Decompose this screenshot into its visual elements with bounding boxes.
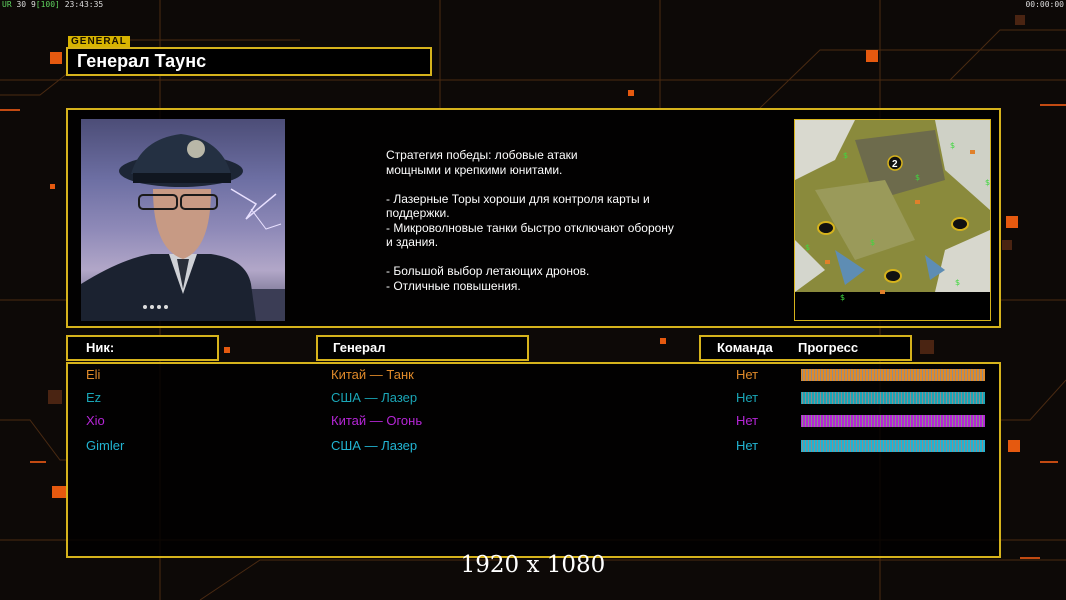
svg-text:$: $ (950, 141, 955, 150)
minimap[interactable]: 2 $ $ $ $ $ $ $ $ (794, 119, 991, 321)
svg-text:$: $ (843, 151, 848, 160)
hud-status-left: UR 30 9[100] 23:43:35 (2, 0, 103, 9)
player-row: Eli Китай — Танк Нет (68, 365, 999, 385)
player-progress-bar (801, 369, 985, 381)
player-general: Китай — Танк (331, 367, 414, 382)
hud-prefix: UR (2, 0, 12, 9)
column-header-progress: Прогресс (798, 340, 859, 355)
hud-fps: 30 (16, 0, 27, 9)
player-nick: Gimler (86, 438, 125, 453)
player-team: Нет (736, 438, 759, 453)
resolution-label: 1920 x 1080 (460, 552, 606, 578)
minimap-label: 2 (892, 159, 898, 170)
player-progress-bar (801, 392, 985, 404)
player-team: Нет (736, 367, 759, 382)
player-row: Ez США — Лазер Нет (68, 388, 999, 408)
svg-text:$: $ (870, 238, 875, 247)
svg-text:$: $ (985, 178, 990, 187)
column-header-team: Команда (717, 340, 773, 355)
player-nick: Eli (86, 367, 101, 382)
column-header-nick: Ник: (66, 335, 219, 361)
svg-text:$: $ (805, 243, 810, 252)
player-row: Gimler США — Лазер Нет (68, 436, 999, 456)
player-team: Нет (736, 390, 759, 405)
general-description: Стратегия победы: лобовые атаки мощными … (386, 148, 674, 293)
players-panel: Eli Китай — Танк Нет Ez США — Лазер Нет … (66, 362, 1001, 558)
svg-text:$: $ (840, 293, 845, 302)
hud-timer-right: 00:00:00 (1025, 0, 1064, 9)
general-name: Генерал Таунс (66, 47, 432, 76)
general-portrait-image (81, 134, 285, 321)
column-header-team-progress: Команда Прогресс (699, 335, 912, 361)
hud-clock: 23:43:35 (64, 0, 104, 9)
svg-text:$: $ (915, 173, 920, 182)
player-progress-bar (801, 440, 985, 452)
player-general: США — Лазер (331, 438, 418, 453)
player-general: США — Лазер (331, 390, 418, 405)
svg-text:$: $ (955, 278, 960, 287)
general-info-panel: Стратегия победы: лобовые атаки мощными … (66, 108, 1001, 328)
general-portrait (81, 119, 285, 321)
general-tag: GENERAL (68, 36, 130, 47)
column-header-general: Генерал (316, 335, 529, 361)
player-nick: Xio (86, 413, 105, 428)
player-row: Xio Китай — Огонь Нет (68, 411, 999, 431)
player-general: Китай — Огонь (331, 413, 423, 428)
hud-bracket: [100] (35, 0, 60, 9)
player-team: Нет (736, 413, 759, 428)
player-progress-bar (801, 415, 985, 427)
player-nick: Ez (86, 390, 102, 405)
minimap-image: 2 $ $ $ $ $ $ $ $ (795, 120, 990, 320)
